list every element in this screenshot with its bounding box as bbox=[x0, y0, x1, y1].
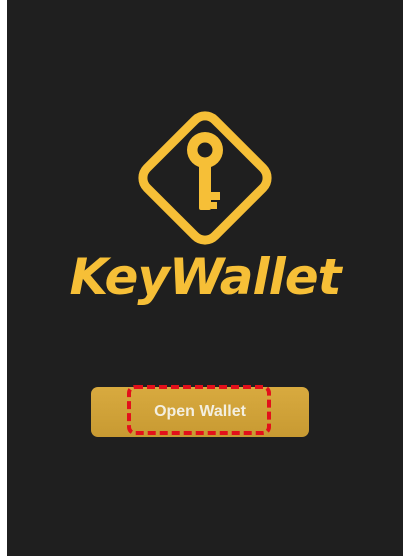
app-screen: KeyWallet Open Wallet bbox=[7, 0, 403, 556]
open-wallet-button[interactable]: Open Wallet bbox=[91, 387, 309, 437]
key-logo-icon bbox=[125, 98, 285, 258]
open-wallet-label: Open Wallet bbox=[154, 403, 246, 420]
key-logo-svg bbox=[138, 111, 272, 245]
brand-title: KeyWallet bbox=[69, 248, 341, 306]
